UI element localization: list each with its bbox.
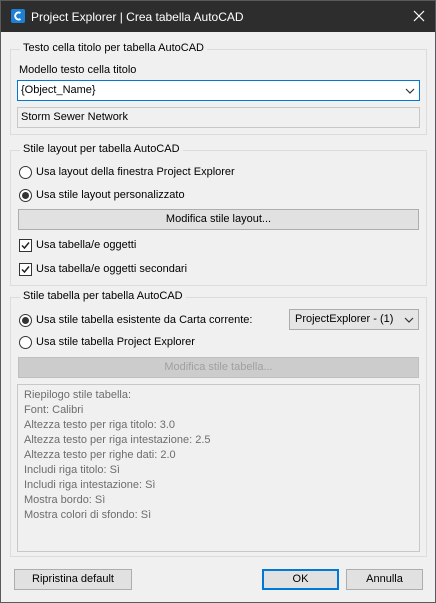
reset-defaults-button[interactable]: Ripristina default (14, 569, 132, 590)
modify-table-style-button[interactable]: Modifica stile tabella... (18, 357, 419, 378)
summary-line: Includi riga intestazione: Sì (24, 479, 156, 491)
summary-line: Riepilogo stile tabella: (24, 389, 132, 401)
title-preview-field: Storm Sewer Network (17, 107, 420, 128)
group-title: Testo cella titolo per tabella AutoCAD (20, 42, 207, 54)
modify-layout-button[interactable]: Modifica stile layout... (18, 209, 419, 230)
summary-line: Font: Calibri (24, 404, 84, 416)
radio-window-layout[interactable] (19, 166, 32, 179)
cancel-button[interactable]: Annulla (346, 569, 423, 590)
title-preview-value: Storm Sewer Network (21, 111, 128, 123)
title-bar: Project Explorer | Crea tabella AutoCAD (1, 1, 435, 32)
close-button[interactable] (405, 1, 435, 32)
summary-line: Altezza testo per riga intestazione: 2.5 (24, 434, 211, 446)
group-title: Stile tabella per tabella AutoCAD (20, 290, 186, 302)
window-title: Project Explorer | Crea tabella AutoCAD (31, 10, 244, 24)
checkbox-secondary-tables[interactable] (19, 263, 32, 276)
close-icon (413, 10, 425, 22)
checkbox-secondary-tables-label[interactable]: Usa tabella/e oggetti secondari (36, 263, 187, 275)
radio-window-layout-label[interactable]: Usa layout della finestra Project Explor… (36, 166, 235, 178)
radio-existing-style-label[interactable]: Usa stile tabella esistente da Carta cor… (36, 314, 252, 326)
summary-line: Altezza testo per righe dati: 2.0 (24, 449, 176, 461)
radio-custom-layout[interactable] (19, 189, 32, 202)
summary-line: Altezza testo per riga titolo: 3.0 (24, 419, 176, 431)
checkbox-object-tables-label[interactable]: Usa tabella/e oggetti (36, 239, 136, 251)
checkbox-object-tables[interactable] (19, 239, 32, 252)
radio-custom-layout-label[interactable]: Usa stile layout personalizzato (36, 189, 185, 201)
radio-project-style-label[interactable]: Usa stile tabella Project Explorer (36, 336, 195, 348)
radio-project-style[interactable] (19, 336, 32, 349)
project-explorer-app-icon (11, 9, 25, 23)
existing-style-dropdown[interactable]: ProjectExplorer - (1) (289, 309, 419, 330)
checkmark-icon (21, 242, 30, 250)
style-summary-box: Riepilogo stile tabella: Font: Calibri A… (17, 384, 420, 552)
chevron-down-icon (405, 88, 415, 94)
chevron-down-icon (404, 317, 414, 323)
checkmark-icon (21, 266, 30, 274)
template-label: Modello testo cella titolo (19, 64, 137, 76)
radio-existing-style[interactable] (19, 314, 32, 327)
summary-line: Mostra colori di sfondo: Sì (24, 509, 152, 521)
summary-line: Mostra bordo: Sì (24, 494, 106, 506)
title-template-combobox[interactable]: {Object_Name} (17, 80, 420, 101)
title-template-value: {Object_Name} (21, 84, 96, 96)
ok-button[interactable]: OK (262, 569, 339, 590)
summary-line: Includi riga titolo: Sì (24, 464, 120, 476)
group-title: Stile layout per tabella AutoCAD (20, 143, 183, 155)
existing-style-value: ProjectExplorer - (1) (295, 313, 394, 325)
dialog-window: Project Explorer | Crea tabella AutoCAD … (0, 0, 436, 603)
